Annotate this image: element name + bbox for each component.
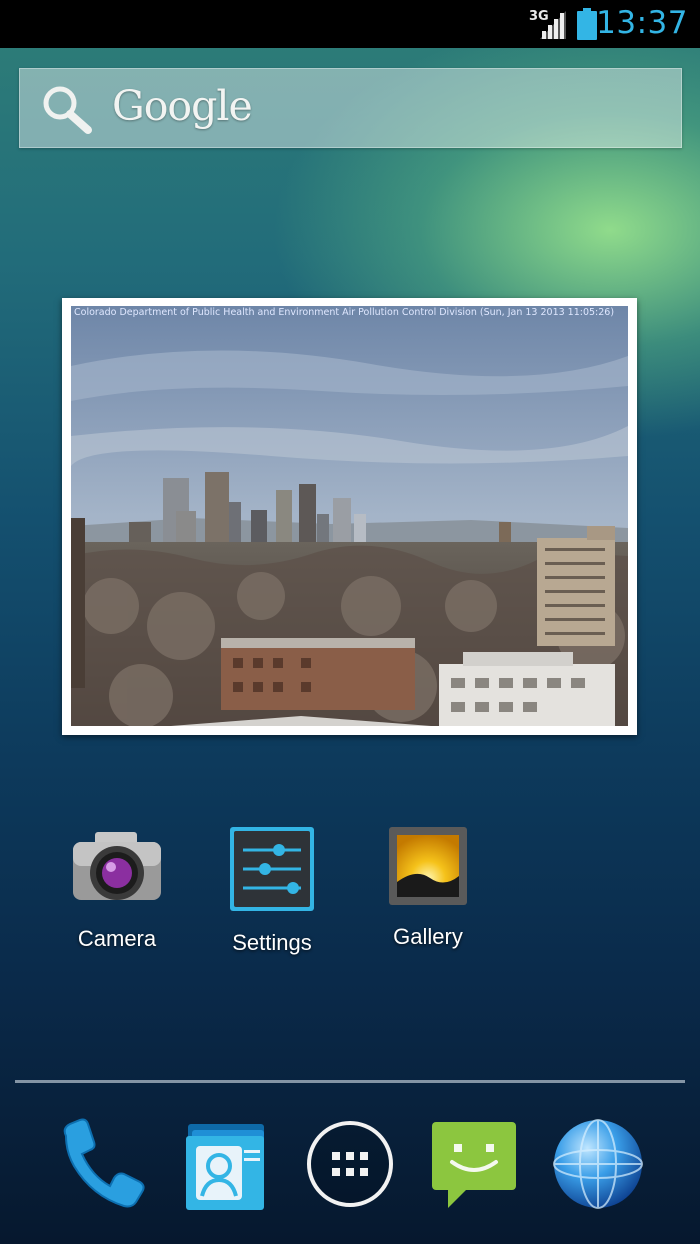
- search-icon: [43, 86, 92, 134]
- app-gallery[interactable]: Gallery: [363, 826, 493, 950]
- photo-caption: Colorado Department of Public Health and…: [74, 307, 615, 318]
- dock-app-drawer[interactable]: [302, 1116, 398, 1212]
- settings-sliders-icon: [230, 827, 314, 911]
- messaging-icon: [432, 1122, 516, 1208]
- app-label-settings: Settings: [232, 930, 312, 955]
- signal-bars-icon: [540, 11, 566, 39]
- phone-icon: [63, 1118, 145, 1208]
- dock-divider: [15, 1080, 685, 1083]
- battery-icon: [577, 8, 597, 40]
- dock-messaging[interactable]: [426, 1116, 522, 1212]
- google-logo: Google: [112, 82, 253, 130]
- app-camera[interactable]: Camera: [52, 826, 182, 952]
- city-skyline-photo: [71, 306, 628, 726]
- contacts-icon: [186, 1124, 264, 1210]
- dock-contacts[interactable]: [178, 1116, 274, 1212]
- app-label-gallery: Gallery: [393, 924, 463, 949]
- camera-icon: [73, 832, 161, 900]
- photo-frame-widget[interactable]: Colorado Department of Public Health and…: [62, 298, 637, 735]
- browser-globe-icon: [553, 1119, 643, 1209]
- dock-phone[interactable]: [52, 1116, 148, 1212]
- app-drawer-icon: [307, 1121, 393, 1207]
- app-settings[interactable]: Settings: [207, 826, 337, 956]
- gallery-icon: [389, 827, 467, 905]
- app-label-camera: Camera: [77, 926, 157, 951]
- dock-browser[interactable]: [550, 1116, 646, 1212]
- status-bar: 3G 13:37: [0, 0, 700, 48]
- google-search-widget[interactable]: Google: [19, 68, 682, 148]
- clock: 13:37: [596, 5, 688, 41]
